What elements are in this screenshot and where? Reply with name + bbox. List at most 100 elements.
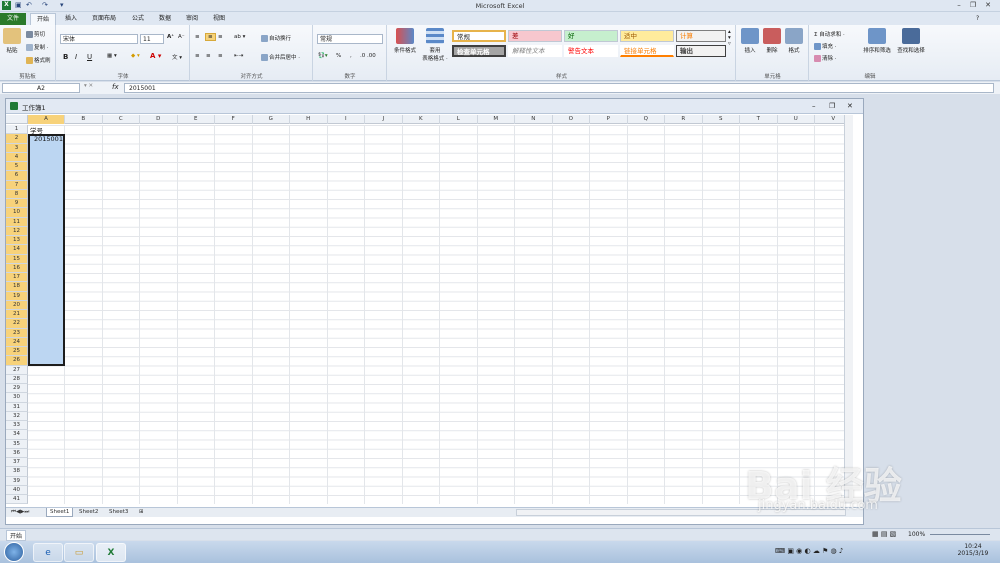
minimize-icon[interactable]: – (953, 1, 965, 10)
row-header[interactable]: 30 (6, 393, 28, 403)
column-header[interactable]: D (140, 115, 178, 124)
selected-range[interactable] (28, 134, 65, 366)
delete-cells-button[interactable]: 删除 (762, 28, 782, 54)
font-color-icon[interactable]: A ▾ (150, 52, 161, 60)
zoom-level[interactable]: 100% (908, 531, 925, 538)
select-all-corner[interactable] (6, 115, 28, 124)
row-header[interactable]: 39 (6, 476, 28, 486)
column-header[interactable]: S (703, 115, 740, 124)
column-header[interactable]: P (590, 115, 628, 124)
row-header[interactable]: 12 (6, 226, 28, 236)
row-header[interactable]: 23 (6, 328, 28, 338)
find-select-button[interactable]: 查找和选择 (894, 28, 928, 54)
style-normal[interactable]: 常规 (452, 30, 506, 42)
percent-button[interactable]: % (336, 53, 341, 59)
format-painter-button[interactable]: 格式刷 (26, 56, 51, 64)
sheet-tab-3[interactable]: Sheet3 (106, 508, 131, 517)
help-icon[interactable]: ? (970, 13, 985, 25)
row-header[interactable]: 28 (6, 374, 28, 384)
zoom-slider[interactable] (930, 534, 990, 535)
row-header[interactable]: 35 (6, 439, 28, 449)
fill-color-icon[interactable]: ◆ ▾ (131, 53, 140, 59)
style-warning[interactable]: 警告文本 (564, 45, 618, 57)
style-neutral[interactable]: 适中 (620, 30, 674, 42)
row-header[interactable]: 8 (6, 189, 28, 199)
cell-a1[interactable]: 学号 (30, 125, 43, 135)
row-header[interactable]: 4 (6, 152, 28, 162)
column-header[interactable]: F (215, 115, 253, 124)
sheet-tab-2[interactable]: Sheet2 (76, 508, 101, 517)
column-header[interactable]: M (478, 115, 515, 124)
bold-button[interactable]: B (63, 53, 68, 61)
orientation-icon[interactable]: ab ▾ (234, 34, 245, 40)
formula-cancel-icon[interactable]: ▾ ✕ (84, 83, 93, 89)
tab-file[interactable]: 文件 (0, 13, 26, 25)
row-header[interactable]: 21 (6, 310, 28, 320)
conditional-format-button[interactable]: 条件格式 (390, 28, 420, 54)
wrap-text-button[interactable]: 自动换行 (261, 34, 291, 42)
align-bottom-icon[interactable]: ≡ (218, 34, 223, 40)
row-header[interactable]: 11 (6, 217, 28, 227)
clear-button[interactable]: 清除 · (814, 54, 837, 62)
excel-taskbar-icon[interactable]: X (96, 543, 126, 562)
start-button[interactable] (4, 542, 24, 562)
row-header[interactable]: 27 (6, 365, 28, 375)
row-header[interactable]: 3 (6, 143, 28, 153)
row-header[interactable]: 19 (6, 291, 28, 301)
tab-review[interactable]: 审阅 (180, 13, 204, 25)
tab-insert[interactable]: 插入 (59, 13, 83, 25)
align-middle-icon[interactable]: ≡ (205, 33, 216, 41)
row-header[interactable]: 24 (6, 337, 28, 347)
tab-data[interactable]: 数据 (153, 13, 177, 25)
row-header[interactable]: 34 (6, 430, 28, 440)
row-header[interactable]: 13 (6, 236, 28, 246)
font-name-select[interactable]: 宋体 (60, 34, 138, 44)
row-header[interactable]: 20 (6, 300, 28, 310)
insert-cells-button[interactable]: 插入 (740, 28, 760, 54)
copy-button[interactable]: 复制 · (26, 43, 49, 51)
align-top-icon[interactable]: ≡ (195, 34, 200, 40)
row-header[interactable]: 31 (6, 402, 28, 412)
tab-page-layout[interactable]: 页面布局 (86, 13, 122, 25)
merge-center-button[interactable]: 合并后居中 · (261, 53, 300, 61)
row-header[interactable]: 1 (6, 125, 28, 135)
formula-input[interactable]: 2015001 (124, 83, 994, 93)
shrink-font-icon[interactable]: A⁻ (178, 34, 185, 40)
underline-button[interactable]: U (87, 53, 92, 61)
style-explanatory[interactable]: 解释性文本 (508, 45, 562, 57)
format-cells-button[interactable]: 格式 (784, 28, 804, 54)
workbook-restore-icon[interactable]: ❐ (829, 102, 835, 110)
column-header[interactable]: I (328, 115, 365, 124)
row-header[interactable]: 2 (6, 134, 28, 144)
column-header[interactable]: U (778, 115, 815, 124)
column-header[interactable]: H (290, 115, 328, 124)
decimal-icon[interactable]: .0 .00 (360, 53, 376, 59)
style-output[interactable]: 输出 (676, 45, 726, 57)
styles-scroll-icon[interactable]: ▴ ▾ ▿ (728, 29, 731, 47)
sheet-tab-1[interactable]: Sheet1 (46, 508, 74, 518)
tab-home[interactable]: 开始 (30, 13, 57, 25)
row-header[interactable]: 40 (6, 485, 28, 495)
row-header[interactable]: 38 (6, 467, 28, 477)
format-as-table-button[interactable]: 套用 表格格式 · (420, 28, 450, 62)
column-header[interactable]: K (403, 115, 440, 124)
paste-button[interactable]: 粘贴 (2, 28, 22, 54)
column-header[interactable]: Q (628, 115, 665, 124)
column-header[interactable]: N (515, 115, 553, 124)
sort-filter-button[interactable]: 排序和筛选 (860, 28, 894, 54)
grow-font-icon[interactable]: A⁺ (167, 34, 174, 40)
close-icon[interactable]: ✕ (982, 1, 994, 10)
autosum-button[interactable]: Σ 自动求和 · (814, 30, 845, 38)
column-header[interactable]: L (440, 115, 478, 124)
row-header[interactable]: 15 (6, 254, 28, 264)
vertical-scrollbar[interactable] (843, 115, 853, 505)
tab-formulas[interactable]: 公式 (126, 13, 150, 25)
style-check-cell[interactable]: 检查单元格 (452, 45, 506, 57)
column-header[interactable]: A (28, 115, 65, 124)
align-left-icon[interactable]: ≡ (195, 53, 200, 59)
column-header[interactable]: E (178, 115, 215, 124)
row-header[interactable]: 32 (6, 411, 28, 421)
border-icon[interactable]: ▦ ▾ (107, 53, 117, 59)
number-format-select[interactable]: 常规 (317, 34, 383, 44)
row-header[interactable]: 6 (6, 171, 28, 181)
